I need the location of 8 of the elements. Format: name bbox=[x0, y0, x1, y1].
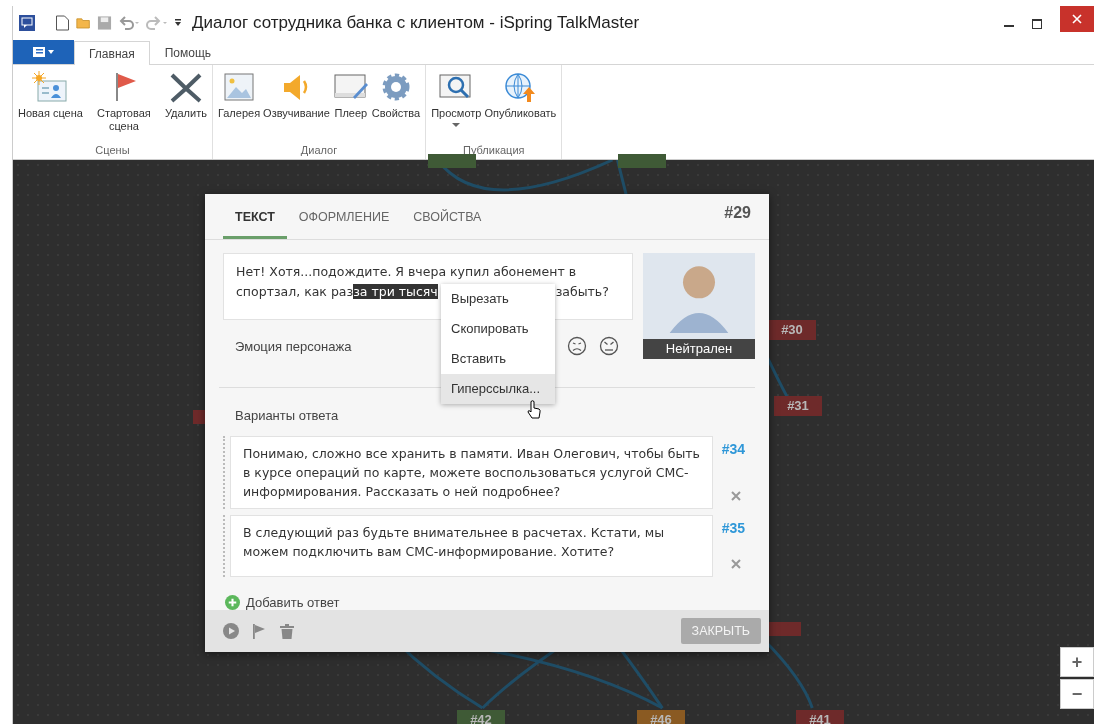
emotion-caption: Нейтрален bbox=[643, 339, 755, 359]
answers-label: Варианты ответа bbox=[235, 408, 339, 423]
ribbon-group-label: Сцены bbox=[95, 144, 130, 158]
emotion-label: Эмоция персонажа bbox=[235, 338, 352, 354]
scene-number: #29 bbox=[724, 203, 751, 222]
ribbon-group-label: Публикация bbox=[463, 144, 525, 158]
window-title: Диалог сотрудника банка с клиентом - iSpring TalkMaster bbox=[192, 13, 641, 33]
ribbon-group-label: Диалог bbox=[300, 144, 338, 158]
